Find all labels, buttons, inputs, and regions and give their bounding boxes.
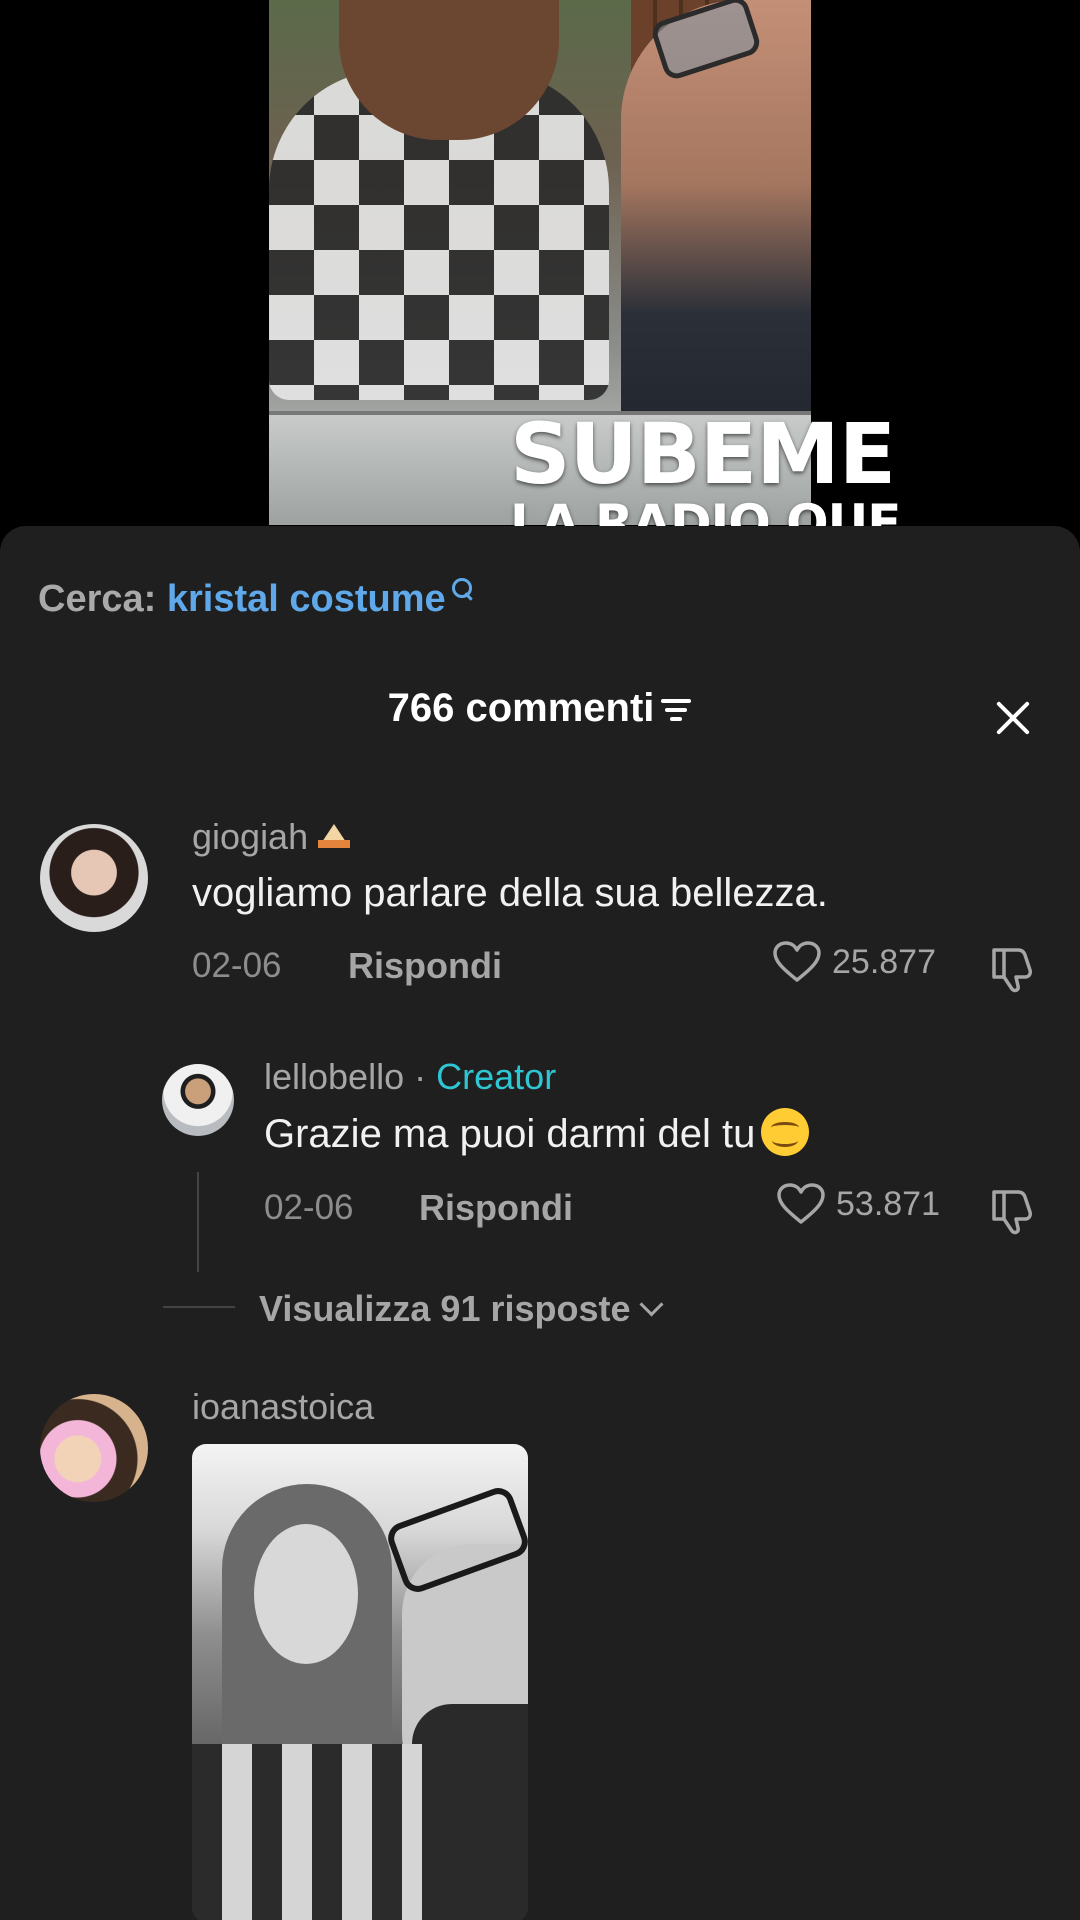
- avatar[interactable]: [162, 1064, 234, 1136]
- avatar[interactable]: [40, 1394, 148, 1502]
- view-replies-button[interactable]: Visualizza 91 risposte: [259, 1288, 664, 1330]
- photo-content: [192, 1744, 422, 1920]
- close-icon[interactable]: [990, 694, 1036, 740]
- comment-date: 02-06: [192, 946, 282, 985]
- photo-content: [254, 1524, 358, 1664]
- comments-count-title: 766 commenti: [387, 686, 655, 730]
- like-count: 53.871: [836, 1184, 940, 1223]
- comments-header: 766 commenti: [0, 686, 1080, 731]
- chevron-down-icon: [638, 1292, 664, 1317]
- video-player[interactable]: SUBEME LA RADIO QUE: [0, 0, 1080, 540]
- comments-sheet: Cerca: kristal costume 766 commenti giog…: [0, 526, 1080, 1920]
- heart-icon: [777, 1183, 825, 1224]
- reply-button[interactable]: Rispondi: [348, 945, 502, 987]
- photo-content: [412, 1704, 528, 1920]
- comment-photo-attachment[interactable]: [192, 1444, 528, 1920]
- search-icon: [448, 574, 476, 602]
- search-suggestion-term[interactable]: kristal costume: [167, 578, 446, 620]
- thread-line: [197, 1172, 199, 1272]
- smiling-face-emoji: [761, 1108, 810, 1157]
- comment-username[interactable]: giogiah: [192, 816, 352, 858]
- avatar[interactable]: [40, 824, 148, 932]
- creator-badge: Creator: [436, 1056, 557, 1097]
- video-caption-line1: SUBEME: [510, 405, 896, 503]
- divider: [163, 1306, 235, 1308]
- comment-text: vogliamo parlare della sua bellezza.: [192, 871, 828, 915]
- reply-date: 02-06: [264, 1188, 354, 1227]
- like-button[interactable]: 25.877: [772, 940, 936, 984]
- like-button[interactable]: 53.871: [776, 1182, 940, 1226]
- dislike-icon[interactable]: [988, 944, 1040, 994]
- comment-username[interactable]: ioanastoica: [192, 1386, 374, 1428]
- search-suggestion[interactable]: Cerca: kristal costume: [38, 578, 476, 621]
- reply-username[interactable]: lellobello · Creator: [264, 1056, 556, 1098]
- reply-button[interactable]: Rispondi: [419, 1187, 573, 1229]
- heart-icon: [773, 941, 821, 982]
- username-separator: ·: [414, 1056, 427, 1097]
- search-suggestion-prefix: Cerca:: [38, 578, 157, 620]
- like-count: 25.877: [832, 942, 936, 981]
- reply-text: Grazie ma puoi darmi del tu: [264, 1108, 810, 1160]
- cake-emoji: [312, 818, 352, 852]
- sort-icon[interactable]: [660, 697, 692, 723]
- dislike-icon[interactable]: [988, 1186, 1040, 1236]
